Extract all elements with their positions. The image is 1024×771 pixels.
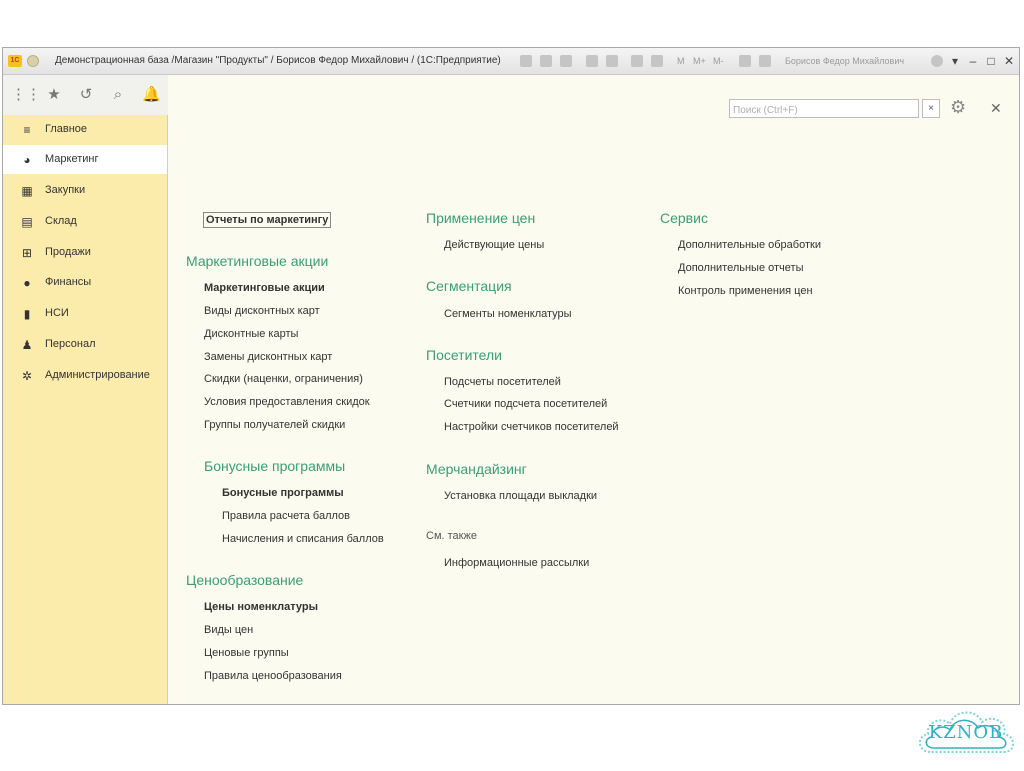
sidebar-item-label: Администрирование — [45, 369, 150, 381]
sidebar-item-sales[interactable]: ⊞ Продажи — [3, 238, 167, 267]
warehouse-icon: ▤ — [21, 215, 33, 229]
group-heading-segmentation: Сегментация — [426, 278, 512, 294]
app-window: 1С Демонстрационная база /Магазин "Проду… — [2, 47, 1020, 705]
info-icon[interactable] — [931, 55, 943, 67]
link-points-rules[interactable]: Правила расчета баллов — [222, 510, 350, 522]
sidebar-item-label: Финансы — [45, 276, 92, 288]
link-visitor-counts[interactable]: Подсчеты посетителей — [444, 376, 561, 388]
close-window-button[interactable]: ✕ — [1001, 52, 1017, 70]
close-icon[interactable]: ✕ — [990, 100, 1002, 117]
basket-icon: ⊞ — [21, 246, 33, 260]
sidebar-item-label: Маркетинг — [45, 153, 99, 165]
link-icon[interactable] — [606, 55, 618, 67]
group-heading-pricing: Ценообразование — [186, 572, 304, 588]
menu-icon: ≡ — [23, 123, 31, 137]
print-icon[interactable] — [540, 55, 552, 67]
settings-gear-icon[interactable]: ⚙ — [950, 97, 966, 118]
save-icon[interactable] — [520, 55, 532, 67]
see-also-label: См. также — [426, 530, 477, 542]
link-additional-reports[interactable]: Дополнительные отчеты — [678, 262, 803, 274]
coin-icon: ● — [23, 276, 31, 290]
group-heading-visitors: Посетители — [426, 347, 502, 363]
section-panel: × ⚙ ✕ Отчеты по маркетингу Маркетинговые… — [168, 75, 1019, 704]
window-title: Демонстрационная база /Магазин "Продукты… — [55, 55, 501, 66]
link-promo-actions[interactable]: Маркетинговые акции — [204, 282, 325, 294]
link-current-prices[interactable]: Действующие цены — [444, 239, 544, 251]
favorites-star-icon[interactable]: ★ — [45, 87, 63, 103]
search-icon[interactable]: ⌕ — [109, 87, 127, 103]
app-logo-icon: 1С — [8, 55, 22, 67]
link-discount-card-replacements[interactable]: Замены дисконтных карт — [204, 351, 332, 363]
sidebar-item-marketing[interactable]: ◕ Маркетинг — [3, 145, 167, 174]
preview-icon[interactable] — [560, 55, 572, 67]
calendar-icon[interactable] — [651, 55, 663, 67]
group-heading-promo: Маркетинговые акции — [186, 253, 329, 269]
sidebar-item-label: Склад — [45, 215, 77, 227]
title-bar: 1С Демонстрационная база /Магазин "Проду… — [3, 48, 1019, 75]
sidebar-item-nsi[interactable]: ▮ НСИ — [3, 299, 167, 328]
group-heading-merchandising: Мерчандайзинг — [426, 461, 527, 477]
link-visitor-counter-settings[interactable]: Настройки счетчиков посетителей — [444, 421, 619, 433]
link-item-segments[interactable]: Сегменты номенклатуры — [444, 308, 572, 320]
memory-plus-button[interactable]: M+ — [693, 56, 706, 66]
calc-icon[interactable] — [631, 55, 643, 67]
sidebar-item-label: Закупки — [45, 184, 86, 196]
link-pricing-rules[interactable]: Правила ценообразования — [204, 670, 342, 682]
sidebar-item-purchases[interactable]: ▦ Закупки — [3, 176, 167, 205]
link-bonus-programs[interactable]: Бонусные программы — [222, 487, 344, 499]
sidebar-item-label: Персонал — [45, 338, 96, 350]
link-discount-card-types[interactable]: Виды дисконтных карт — [204, 305, 320, 317]
search-clear-button[interactable]: × — [922, 99, 940, 118]
link-info-mailings[interactable]: Информационные рассылки — [444, 557, 589, 569]
link-additional-processing[interactable]: Дополнительные обработки — [678, 239, 821, 251]
link-display-area[interactable]: Установка площади выкладки — [444, 490, 597, 502]
menu-dropdown-icon[interactable]: ▾ — [947, 52, 963, 70]
link-discount-conditions[interactable]: Условия предоставления скидок — [204, 396, 370, 408]
link-discounts[interactable]: Скидки (наценки, ограничения) — [204, 373, 363, 385]
link-price-control[interactable]: Контроль применения цен — [678, 285, 813, 297]
bell-icon[interactable]: 🔔 — [142, 87, 161, 103]
reports-marketing-link[interactable]: Отчеты по маркетингу — [203, 212, 332, 228]
search-input[interactable] — [730, 102, 920, 119]
link-item-prices[interactable]: Цены номенклатуры — [204, 601, 318, 613]
sections-sidebar: ≡ Главное ◕ Маркетинг ▦ Закупки ▤ Склад … — [3, 115, 168, 704]
link-discount-recipient-groups[interactable]: Группы получателей скидки — [204, 419, 345, 431]
link-visitor-counters[interactable]: Счетчики подсчета посетителей — [444, 398, 607, 410]
minimize-button[interactable]: – — [965, 52, 981, 70]
link-points-accruals[interactable]: Начисления и списания баллов — [222, 533, 384, 545]
watermark-logo: KZNOB — [912, 700, 1020, 766]
history-icon[interactable]: ↺ — [77, 87, 95, 103]
current-user[interactable]: Борисов Федор Михайлович — [785, 56, 904, 66]
group-heading-service: Сервис — [660, 210, 708, 226]
sidebar-item-label: Продажи — [45, 246, 91, 258]
watermark-text: KZNOB — [928, 722, 1004, 743]
group-heading-price-application: Применение цен — [426, 210, 536, 226]
sidebar-item-warehouse[interactable]: ▤ Склад — [3, 207, 167, 236]
memory-minus-button[interactable]: M- — [713, 56, 724, 66]
search-box — [729, 99, 920, 119]
person-icon: ♟ — [21, 338, 33, 352]
sidebar-item-main[interactable]: ≡ Главное — [3, 115, 167, 144]
panel-toolbar: ⋮⋮ ★ ↺ ⌕ 🔔 — [3, 75, 168, 115]
gear-icon: ✲ — [21, 369, 33, 383]
sidebar-item-label: НСИ — [45, 307, 69, 319]
cart-icon: ▦ — [21, 184, 33, 198]
export-icon[interactable] — [586, 55, 598, 67]
sidebar-item-personnel[interactable]: ♟ Персонал — [3, 330, 167, 359]
apps-grid-icon[interactable]: ⋮⋮ — [11, 87, 41, 103]
group-heading-bonus: Бонусные программы — [204, 458, 346, 474]
link-price-types[interactable]: Виды цен — [204, 624, 253, 636]
sidebar-item-finance[interactable]: ● Финансы — [3, 268, 167, 297]
zoom-icon[interactable] — [739, 55, 751, 67]
link-discount-cards[interactable]: Дисконтные карты — [204, 328, 298, 340]
sidebar-item-label: Главное — [45, 123, 88, 135]
books-icon: ▮ — [23, 307, 31, 321]
link-price-groups[interactable]: Ценовые группы — [204, 647, 289, 659]
pie-chart-icon: ◕ — [23, 153, 31, 167]
memory-m-button[interactable]: M — [677, 56, 685, 66]
maximize-button[interactable]: □ — [983, 52, 999, 70]
window-list-icon[interactable] — [759, 55, 771, 67]
back-icon[interactable] — [27, 55, 39, 67]
sidebar-item-admin[interactable]: ✲ Администрирование — [3, 361, 167, 390]
